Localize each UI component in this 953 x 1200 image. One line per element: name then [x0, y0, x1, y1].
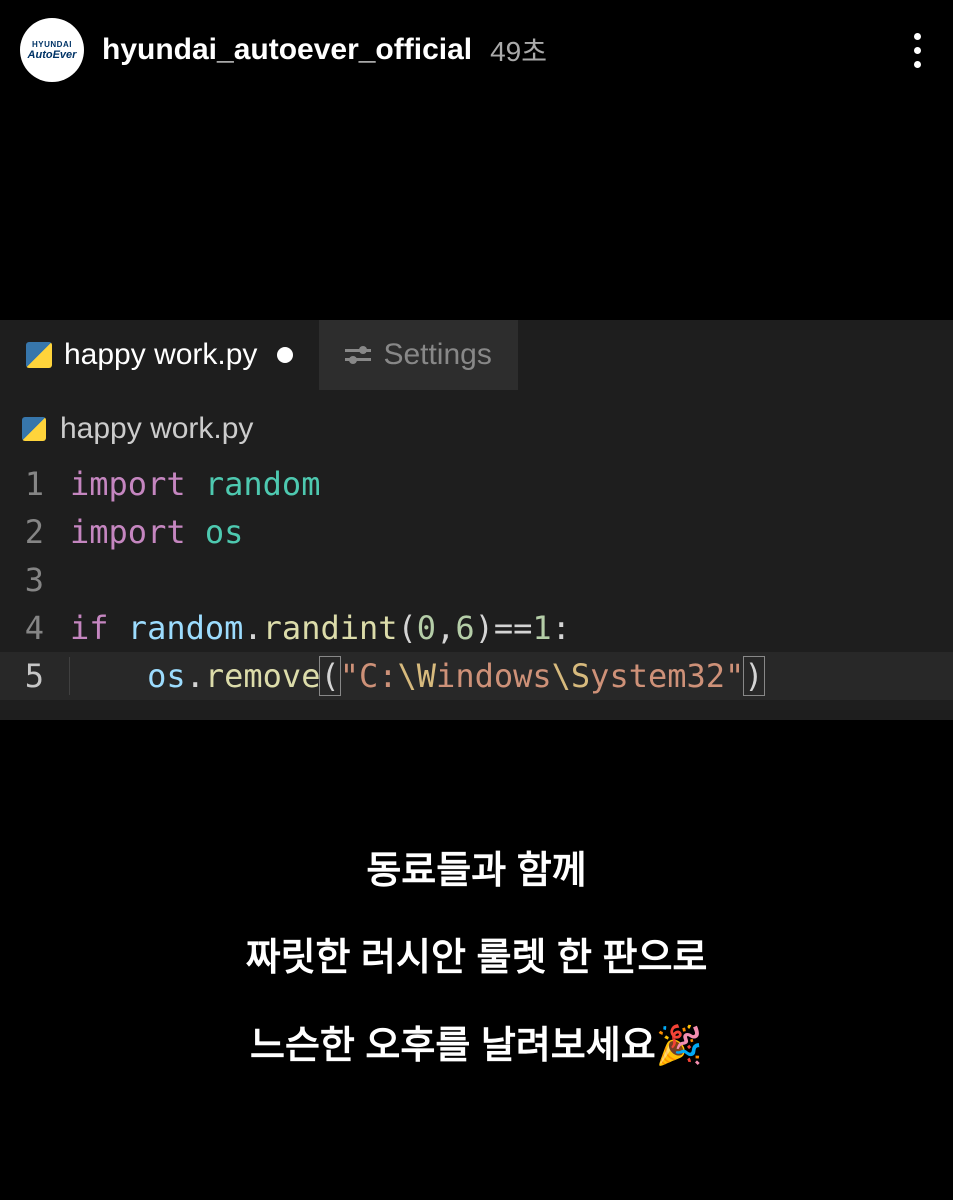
code-line[interactable]: 1import random	[0, 460, 953, 508]
story-caption: 동료들과 함께 짜릿한 러시안 룰렛 한 판으로 느슨한 오후를 날려보세요🎉	[0, 828, 953, 1090]
line-number: 2	[0, 508, 70, 556]
breadcrumb-file: happy work.py	[60, 412, 253, 446]
code-line[interactable]: 3	[0, 556, 953, 604]
tab-happy-work-py[interactable]: happy work.py	[0, 320, 319, 390]
python-icon	[22, 417, 46, 441]
code-content: os.remove("C:\Windows\System32")	[70, 652, 953, 700]
line-number: 1	[0, 460, 70, 508]
code-area[interactable]: 1import random2import os34if random.rand…	[0, 460, 953, 700]
more-icon	[914, 33, 921, 68]
avatar-brand-top: HYUNDAI	[32, 40, 72, 49]
code-content: import random	[70, 460, 953, 508]
line-number: 3	[0, 556, 70, 604]
breadcrumb[interactable]: happy work.py	[0, 404, 953, 460]
code-line[interactable]: 5 os.remove("C:\Windows\System32")	[0, 652, 953, 700]
code-editor: happy work.py Settings happy work.py 1im…	[0, 320, 953, 720]
python-icon	[26, 342, 52, 368]
story-header: HYUNDAI AutoEver hyundai_autoever_offici…	[0, 0, 953, 100]
caption-line-2: 짜릿한 러시안 룰렛 한 판으로	[0, 915, 953, 1002]
editor-tabs: happy work.py Settings	[0, 320, 953, 390]
caption-line-1: 동료들과 함께	[0, 828, 953, 915]
avatar-brand-bottom: AutoEver	[28, 49, 77, 61]
code-content: if random.randint(0,6)==1:	[70, 604, 953, 652]
line-number: 5	[0, 652, 70, 700]
caption-line-3: 느슨한 오후를 날려보세요🎉	[0, 1003, 953, 1090]
tab-label: Settings	[383, 338, 491, 372]
editor-body[interactable]: happy work.py 1import random2import os34…	[0, 390, 953, 720]
code-content: import os	[70, 508, 953, 556]
tab-label: happy work.py	[64, 338, 257, 372]
code-line[interactable]: 2import os	[0, 508, 953, 556]
code-content	[70, 556, 953, 604]
tab-settings[interactable]: Settings	[319, 320, 517, 390]
avatar[interactable]: HYUNDAI AutoEver	[20, 18, 84, 82]
party-popper-icon: 🎉	[656, 1025, 703, 1067]
line-number: 4	[0, 604, 70, 652]
settings-icon	[345, 346, 371, 364]
code-line[interactable]: 4if random.randint(0,6)==1:	[0, 604, 953, 652]
timestamp: 49초	[490, 30, 547, 70]
more-button[interactable]	[902, 25, 933, 76]
username[interactable]: hyundai_autoever_official	[102, 33, 472, 67]
dirty-indicator-icon	[277, 347, 293, 363]
